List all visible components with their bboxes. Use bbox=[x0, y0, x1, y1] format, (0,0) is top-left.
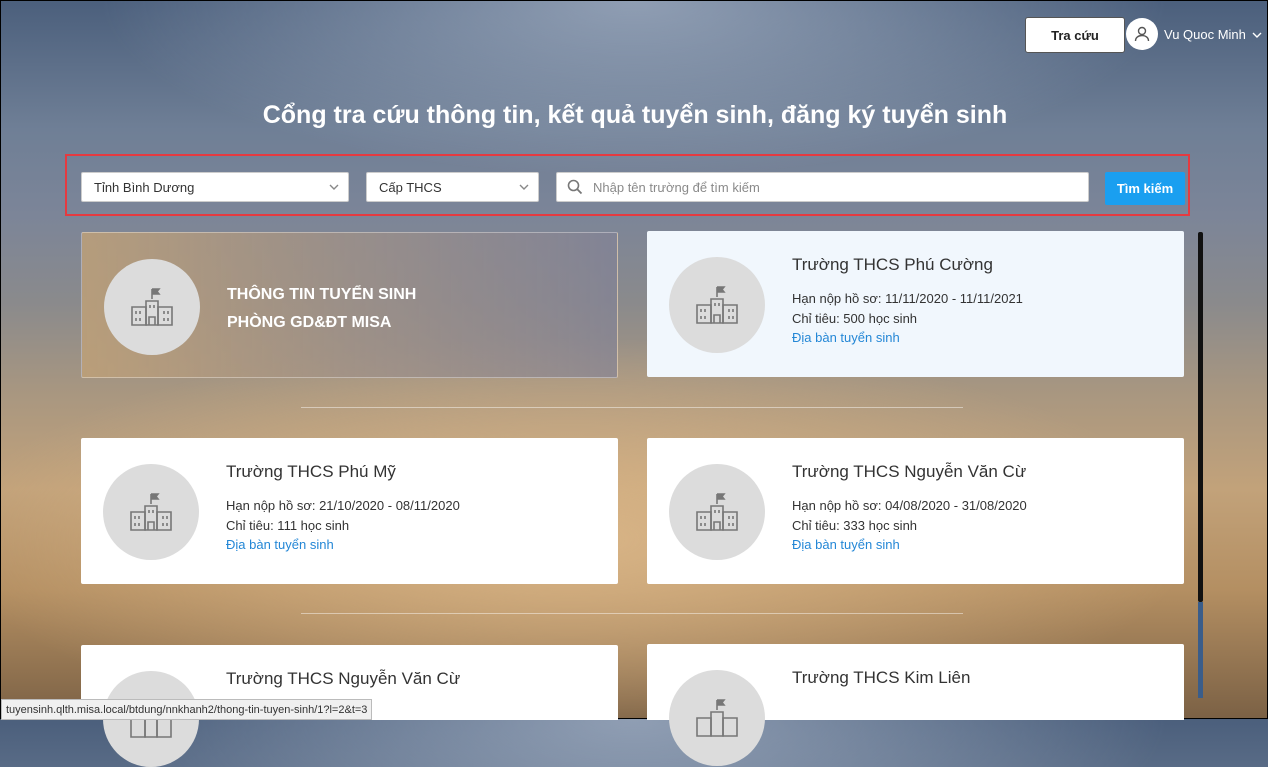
user-menu[interactable]: Vu Quoc Minh bbox=[1126, 18, 1262, 50]
banner-line-2: PHÒNG GD&ĐT MISA bbox=[227, 314, 392, 331]
school-name: Trường THCS Nguyễn Văn Cừ bbox=[792, 462, 1027, 481]
enrollment-area-link[interactable]: Địa bàn tuyển sinh bbox=[792, 330, 900, 345]
school-quota: Chỉ tiêu: 111 học sinh bbox=[226, 518, 350, 533]
scrollbar-track-lower[interactable] bbox=[1198, 602, 1203, 698]
school-deadline: Hạn nộp hồ sơ: 04/08/2020 - 31/08/2020 bbox=[792, 498, 1027, 513]
chevron-down-icon bbox=[518, 181, 530, 196]
user-name: Vu Quoc Minh bbox=[1164, 26, 1246, 42]
school-quota: Chỉ tiêu: 500 học sinh bbox=[792, 311, 918, 326]
school-quota: Chỉ tiêu: 333 học sinh bbox=[792, 518, 918, 533]
lookup-button[interactable]: Tra cứu bbox=[1025, 17, 1125, 53]
enrollment-area-link[interactable]: Địa bàn tuyển sinh bbox=[226, 537, 334, 552]
school-building-icon bbox=[669, 257, 765, 353]
scrollbar-thumb[interactable] bbox=[1198, 232, 1203, 602]
level-select-value: Cấp THCS bbox=[379, 179, 442, 195]
search-icon bbox=[567, 179, 583, 195]
banner-line-1: THÔNG TIN TUYỂN SINH bbox=[227, 286, 417, 303]
admission-info-banner[interactable]: THÔNG TIN TUYỂN SINH PHÒNG GD&ĐT MISA bbox=[81, 232, 618, 378]
banner-text: THÔNG TIN TUYỂN SINH PHÒNG GD&ĐT MISA bbox=[227, 281, 416, 337]
status-bar-url: tuyensinh.qlth.misa.local/btdung/nnkhanh… bbox=[1, 699, 373, 720]
province-select-value: Tỉnh Bình Dương bbox=[94, 179, 195, 195]
school-card[interactable]: Trường THCS Phú Mỹ Hạn nộp hồ sơ: 21/10/… bbox=[81, 438, 618, 584]
school-card[interactable]: Trường THCS Phú Cường Hạn nộp hồ sơ: 11/… bbox=[647, 231, 1184, 377]
school-card[interactable]: Trường THCS Nguyễn Văn Cừ Hạn nộp hồ sơ:… bbox=[647, 438, 1184, 584]
enrollment-area-link[interactable]: Địa bàn tuyển sinh bbox=[792, 537, 900, 552]
school-deadline: Hạn nộp hồ sơ: 11/11/2020 - 11/11/2021 bbox=[792, 291, 1023, 306]
school-building-icon bbox=[103, 464, 199, 560]
school-name: Trường THCS Phú Cường bbox=[792, 255, 993, 274]
school-search-box[interactable] bbox=[556, 172, 1089, 202]
chevron-down-icon bbox=[1252, 25, 1262, 43]
province-select[interactable]: Tỉnh Bình Dương bbox=[81, 172, 349, 202]
school-deadline: Hạn nộp hồ sơ: 21/10/2020 - 08/11/2020 bbox=[226, 498, 460, 513]
school-name: Trường THCS Phú Mỹ bbox=[226, 462, 396, 481]
row-divider bbox=[301, 613, 963, 614]
level-select[interactable]: Cấp THCS bbox=[366, 172, 539, 202]
row-divider bbox=[301, 407, 963, 408]
user-avatar-icon bbox=[1126, 18, 1158, 50]
search-button[interactable]: Tìm kiếm bbox=[1105, 172, 1185, 205]
school-building-icon bbox=[669, 464, 765, 560]
school-search-input[interactable] bbox=[591, 173, 1088, 201]
school-building-icon bbox=[669, 670, 765, 766]
school-name: Trường THCS Kim Liên bbox=[792, 668, 971, 687]
chevron-down-icon bbox=[328, 181, 340, 196]
school-card[interactable]: Trường THCS Kim Liên bbox=[647, 644, 1184, 766]
page-title: Cổng tra cứu thông tin, kết quả tuyển si… bbox=[262, 101, 1008, 129]
school-name: Trường THCS Nguyễn Văn Cừ bbox=[226, 669, 461, 688]
school-building-icon bbox=[104, 259, 200, 355]
